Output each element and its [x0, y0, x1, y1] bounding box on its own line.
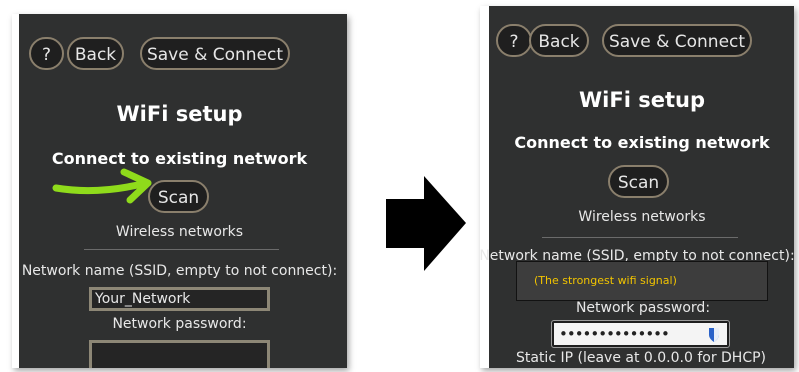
divider	[542, 237, 738, 238]
page-title: WiFi setup	[116, 102, 243, 126]
save-connect-button[interactable]: Save & Connect	[602, 24, 752, 57]
password-input[interactable]	[89, 340, 270, 368]
wireless-networks-label: Wireless networks	[578, 209, 706, 225]
back-button[interactable]: Back	[67, 37, 124, 70]
password-value: ••••••••••••••	[559, 325, 670, 343]
password-label: Network password:	[112, 316, 247, 332]
password-input[interactable]: ••••••••••••••	[551, 320, 730, 348]
section-title: Connect to existing network	[514, 133, 770, 152]
right-screenshot: ? Back Save & Connect WiFi setup Connect…	[480, 6, 794, 368]
help-button[interactable]: ?	[496, 24, 532, 57]
wireless-networks-label: Wireless networks	[115, 224, 244, 240]
password-label: Network password:	[575, 300, 711, 316]
ssid-label: Network name (SSID, empty to not connect…	[21, 263, 338, 279]
ssid-hint-tooltip: (The strongest wifi signal)	[516, 261, 768, 301]
ssid-input[interactable]: Your_Network	[89, 287, 270, 311]
scan-button[interactable]: Scan	[608, 165, 669, 198]
right-frame-edge	[480, 6, 489, 368]
page-title: WiFi setup	[579, 88, 705, 112]
left-screenshot: ? Back Save & Connect WiFi setup Connect…	[12, 14, 347, 368]
back-button[interactable]: Back	[529, 24, 589, 57]
divider	[84, 249, 279, 250]
key-icon[interactable]	[706, 326, 722, 343]
black-right-arrow-icon	[386, 176, 466, 271]
help-button[interactable]: ?	[29, 37, 64, 70]
left-frame-edge	[12, 14, 19, 368]
save-connect-button[interactable]: Save & Connect	[140, 37, 290, 70]
static-ip-label: Static IP (leave at 0.0.0.0 for DHCP)	[515, 350, 767, 366]
green-arrow-icon	[52, 168, 152, 204]
